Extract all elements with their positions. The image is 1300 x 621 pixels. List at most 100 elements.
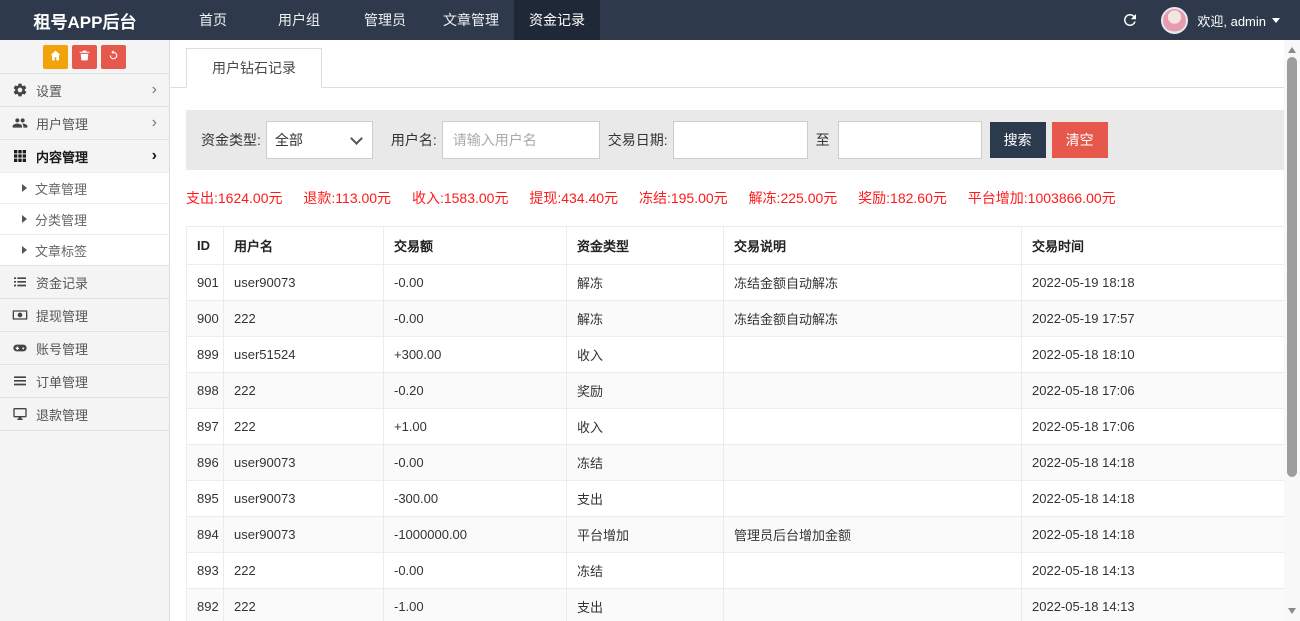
date-to-label: 至 — [808, 130, 838, 150]
table-row: 893222-0.00冻结 2022-05-18 14:13 — [187, 553, 1285, 589]
nav-item-home[interactable]: 首页 — [170, 0, 256, 40]
app-brand[interactable]: 租号APP后台 — [0, 0, 170, 40]
sidebar-item-withdraw-management[interactable]: 提现管理 — [0, 298, 169, 331]
cell-description: 冻结金额自动解冻 — [724, 265, 1022, 301]
cell-fund-type: 收入 — [567, 409, 724, 445]
cell-time: 2022-05-18 14:18 — [1022, 481, 1285, 517]
cell-description — [724, 373, 1022, 409]
nav-item-user-groups[interactable]: 用户组 — [256, 0, 342, 40]
sidebar-subitem-label: 分类管理 — [35, 210, 87, 229]
sidebar-item-account-management[interactable]: 账号管理 — [0, 331, 169, 364]
cell-fund-type: 解冻 — [567, 301, 724, 337]
sidebar-item-user-management[interactable]: 用户管理 › — [0, 106, 169, 139]
cell-fund-type: 解冻 — [567, 265, 724, 301]
cell-fund-type: 收入 — [567, 337, 724, 373]
caret-down-icon — [1272, 18, 1280, 23]
cell-amount: -0.00 — [384, 265, 567, 301]
fund-type-label: 资金类型: — [201, 130, 261, 150]
cell-time: 2022-05-18 17:06 — [1022, 373, 1285, 409]
chevron-right-icon: › — [152, 148, 157, 164]
username-input[interactable] — [442, 121, 600, 159]
sidebar-item-settings[interactable]: 设置 › — [0, 73, 169, 106]
cell-id: 900 — [187, 301, 224, 337]
main-content: 用户钻石记录 资金类型: 全部 用户名: 交易日期: 至 搜索 清空 支出:16… — [171, 40, 1284, 621]
cell-username: 222 — [224, 553, 384, 589]
cell-username: user90073 — [224, 265, 384, 301]
cell-amount: -0.00 — [384, 553, 567, 589]
chevron-right-icon: › — [152, 82, 157, 98]
sidebar-item-label: 内容管理 — [36, 147, 88, 166]
cell-description — [724, 337, 1022, 373]
recycle-icon — [107, 49, 120, 65]
sidebar-item-refund-management[interactable]: 退款管理 — [0, 397, 169, 430]
tab-bar: 用户钻石记录 — [171, 40, 1284, 88]
cell-description — [724, 589, 1022, 621]
top-navbar: 租号APP后台 首页 用户组 管理员 文章管理 资金记录 欢迎, admin — [0, 0, 1300, 40]
cell-time: 2022-05-18 14:18 — [1022, 517, 1285, 553]
tab-user-diamond-records[interactable]: 用户钻石记录 — [186, 48, 322, 88]
sidebar-subitem-categories[interactable]: 分类管理 — [0, 203, 169, 234]
trade-date-label: 交易日期: — [608, 130, 668, 150]
records-table: ID 用户名 交易额 资金类型 交易说明 交易时间 901user90073-0… — [186, 226, 1284, 621]
table-row: 892222-1.00支出2022-05-18 14:13 — [187, 589, 1285, 621]
nav-item-articles[interactable]: 文章管理 — [428, 0, 514, 40]
cell-fund-type: 冻结 — [567, 445, 724, 481]
header-username: 用户名 — [224, 227, 384, 265]
cell-time: 2022-05-18 14:13 — [1022, 553, 1285, 589]
cell-time: 2022-05-18 14:18 — [1022, 445, 1285, 481]
monitor-icon — [12, 406, 28, 422]
sidebar-subitem-label: 文章管理 — [35, 179, 87, 198]
cell-fund-type: 奖励 — [567, 373, 724, 409]
cell-id: 893 — [187, 553, 224, 589]
cell-username: 222 — [224, 409, 384, 445]
sidebar-item-label: 退款管理 — [36, 405, 88, 424]
nav-item-admins[interactable]: 管理员 — [342, 0, 428, 40]
date-from-input[interactable] — [673, 121, 808, 159]
home-button[interactable] — [43, 45, 68, 69]
cell-amount: -0.00 — [384, 445, 567, 481]
trash-icon — [78, 49, 91, 65]
sidebar-subitem-article-tags[interactable]: 文章标签 — [0, 234, 169, 265]
cell-id: 896 — [187, 445, 224, 481]
table-row: 899user51524+300.00收入2022-05-18 18:10 — [187, 337, 1285, 373]
scroll-up-arrow-icon[interactable] — [1288, 47, 1296, 53]
clear-filter-button[interactable]: 清空 — [1052, 122, 1108, 158]
cell-fund-type: 平台增加 — [567, 517, 724, 553]
home-icon — [49, 49, 62, 65]
sidebar-subitem-articles[interactable]: 文章管理 — [0, 172, 169, 203]
sidebar-item-label: 用户管理 — [36, 114, 88, 133]
date-to-input[interactable] — [838, 121, 982, 159]
nav-item-fund-records[interactable]: 资金记录 — [514, 0, 600, 40]
table-row: 901user90073-0.00解冻冻结金额自动解冻2022-05-19 18… — [187, 265, 1285, 301]
fund-type-select-wrap: 全部 — [266, 121, 373, 159]
stat-reward: 奖励:182.60元 — [858, 190, 947, 206]
scrollbar-thumb[interactable] — [1287, 57, 1297, 477]
cell-fund-type: 冻结 — [567, 553, 724, 589]
cell-id: 892 — [187, 589, 224, 621]
triangle-bullet-icon — [22, 246, 27, 254]
sidebar-item-order-management[interactable]: 订单管理 — [0, 364, 169, 397]
scroll-down-arrow-icon[interactable] — [1288, 608, 1296, 614]
cell-username: user90073 — [224, 445, 384, 481]
table-row: 898222-0.20奖励2022-05-18 17:06 — [187, 373, 1285, 409]
table-row: 895user90073-300.00支出2022-05-18 14:18 — [187, 481, 1285, 517]
search-button[interactable]: 搜索 — [990, 122, 1046, 158]
sidebar-item-content-management[interactable]: 内容管理 › — [0, 139, 169, 172]
cell-amount: -0.20 — [384, 373, 567, 409]
refresh-button[interactable] — [101, 45, 126, 69]
table-row: 897222+1.00收入2022-05-18 17:06 — [187, 409, 1285, 445]
cell-username: user51524 — [224, 337, 384, 373]
cell-id: 898 — [187, 373, 224, 409]
username-label: 用户名: — [391, 130, 437, 150]
sidebar-item-fund-records[interactable]: 资金记录 — [0, 265, 169, 298]
sidebar-divider — [0, 430, 169, 431]
clear-button[interactable] — [72, 45, 97, 69]
user-menu[interactable]: 欢迎, admin — [1197, 11, 1280, 30]
vertical-scrollbar[interactable] — [1284, 40, 1300, 621]
user-avatar[interactable] — [1161, 7, 1188, 34]
cell-username: 222 — [224, 589, 384, 621]
fund-type-select[interactable]: 全部 — [266, 121, 373, 159]
refresh-icon[interactable] — [1121, 11, 1139, 29]
stat-platform-add: 平台增加:1003866.00元 — [968, 190, 1116, 206]
stat-income: 收入:1583.00元 — [412, 190, 509, 206]
